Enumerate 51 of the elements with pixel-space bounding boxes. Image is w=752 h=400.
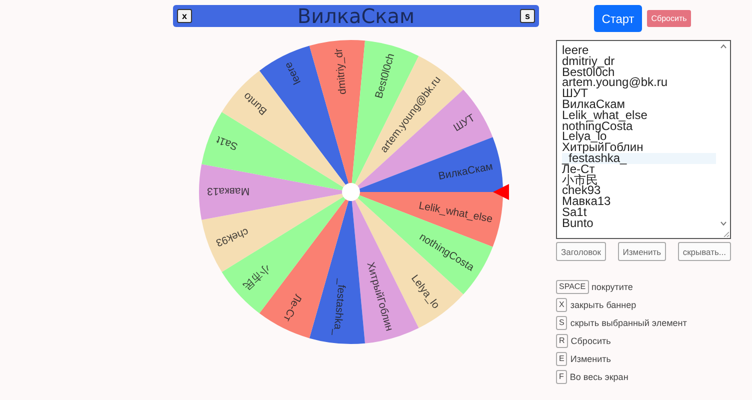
shortcut-label: Изменить: [570, 354, 611, 364]
segment-label: dmitriy_dr: [332, 48, 349, 95]
key-badge: SPACE: [556, 280, 589, 294]
scroll-down-icon[interactable]: [720, 221, 727, 226]
entry-line: dmitriy_dr: [562, 56, 616, 67]
key-badge: X: [556, 298, 568, 312]
pointer-icon: [493, 184, 509, 200]
shortcut-label: Во весь экран: [570, 372, 628, 382]
editor-button[interactable]: Заголовок: [556, 242, 606, 261]
wheel-hub: [342, 183, 360, 201]
resize-grip-icon[interactable]: [723, 231, 729, 237]
entry-line: ХитрыйГоблин: [562, 142, 644, 153]
entry-line: Мавка13: [562, 196, 612, 207]
key-badge: S: [556, 316, 568, 330]
shortcut-label: закрыть баннер: [570, 300, 636, 310]
shortcut-label: покрутите: [592, 282, 633, 292]
entry-line: ШУТ: [562, 88, 588, 99]
segment-label: _festashka_: [330, 278, 348, 336]
entry-line: leere: [562, 45, 589, 56]
reset-button[interactable]: Сбросить: [647, 10, 691, 27]
close-banner-button[interactable]: x: [177, 9, 192, 23]
entry-line: Lelik_what_else: [562, 110, 648, 121]
entry-line: Best0l0ch: [562, 66, 615, 78]
scroll-up-icon[interactable]: [720, 44, 727, 49]
entry-line: Lelya_lo: [562, 131, 607, 142]
entry-line: chek93: [562, 185, 601, 196]
entry-line: Ле-Ст: [562, 164, 595, 175]
shortcut-label: Сбросить: [570, 336, 611, 346]
editor-button[interactable]: скрывать...: [678, 242, 731, 261]
segment-label: ШУТ: [452, 112, 478, 134]
key-badge: R: [556, 334, 568, 348]
entry-line: 小市民: [562, 174, 598, 186]
segment-label: Мавка13: [207, 185, 250, 197]
hide-selected-button[interactable]: s: [520, 9, 535, 23]
entry-line: ВилкаСкам: [562, 98, 625, 110]
segment-label: leere: [282, 60, 304, 86]
banner-title: ВилкаСкам: [297, 4, 415, 28]
key-badge: F: [556, 370, 567, 384]
entry-line: artem.young@bk.ru: [562, 77, 669, 88]
entry-line: Bunto: [562, 218, 594, 229]
key-badge: E: [556, 352, 568, 366]
start-button[interactable]: Старт: [594, 5, 642, 32]
entry-line: nothingCosta: [562, 120, 633, 132]
entry-line: Sa1t: [562, 206, 587, 218]
editor-button[interactable]: Изменить: [618, 242, 666, 261]
entries-textarea[interactable]: leere dmitriy_dr Best0l0ch artem.young@bk.ru ШУТ ВилкаСкам Lelik_what_else nothingCosta Lelya_lo ХитрыйГоблин _festashka_ Ле-Ст 小市民 chek93 Мавка13 Sa1t Bunto: [556, 40, 731, 239]
segment-label: 小市民: [240, 262, 272, 293]
segment-label: Sa1t: [214, 133, 240, 152]
segment-label: Ле-Ст: [280, 292, 304, 324]
segment-label: ВилкаСкам: [437, 160, 494, 183]
shortcut-label: скрыть выбранный элемент: [570, 318, 687, 328]
